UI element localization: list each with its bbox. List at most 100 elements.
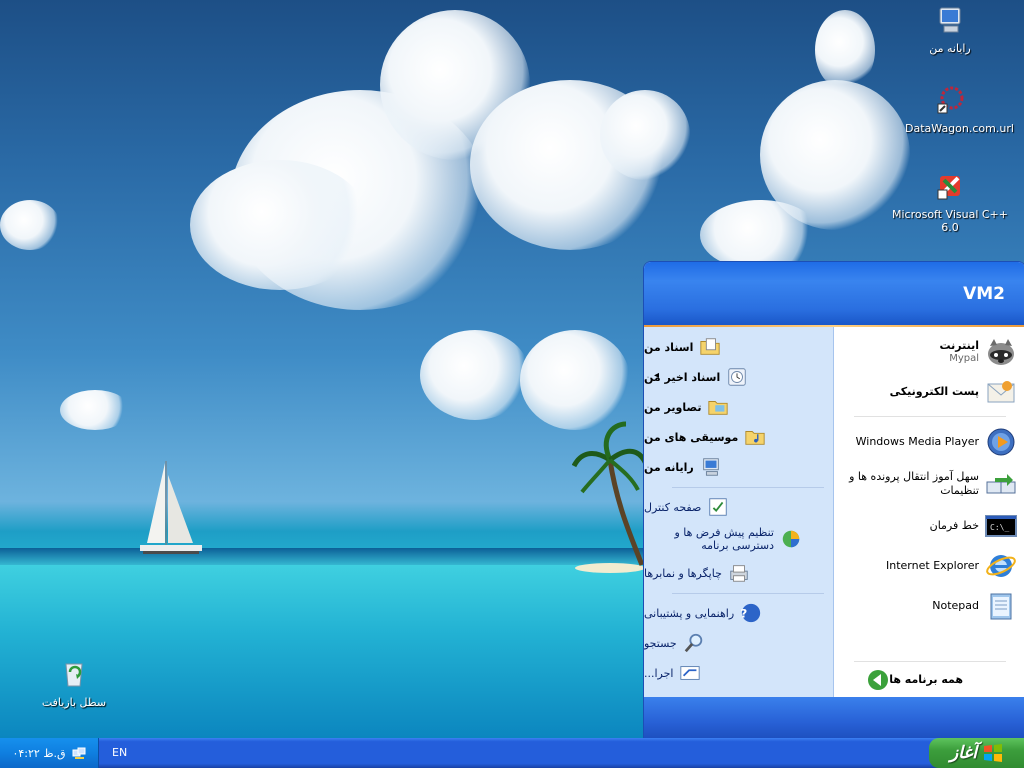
- recent-command-prompt[interactable]: خط فرمان C:\_: [834, 507, 1024, 545]
- cloud: [0, 200, 60, 250]
- desktop-icon-label: رایانه من: [929, 42, 971, 55]
- recent-item-title: خط فرمان: [929, 519, 979, 533]
- desktop-icon-visual-cpp[interactable]: Microsoft Visual C++ 6.0: [888, 170, 1012, 234]
- pinned-item-text: اینترنت Mypal: [940, 339, 980, 365]
- email-envelope-icon: [987, 381, 1015, 403]
- pinned-item-title: پست الکترونیکی: [889, 385, 979, 399]
- network-icon[interactable]: [72, 746, 86, 760]
- folder-icon: [745, 431, 765, 445]
- language-indicator[interactable]: EN: [112, 746, 127, 759]
- system-program-defaults[interactable]: تنظیم پیش فرض ها و دسترسی برنامه: [644, 521, 833, 557]
- cloud: [600, 90, 690, 180]
- pinned-email[interactable]: پست الکترونیکی: [834, 373, 1024, 411]
- separator: [672, 487, 824, 488]
- place-my-pictures[interactable]: تصاویر من: [644, 393, 833, 421]
- place-label: تصاویر من: [644, 400, 702, 414]
- recent-item-title: Internet Explorer: [886, 559, 979, 573]
- recent-documents-icon: [728, 368, 746, 386]
- palm-tree: [572, 421, 647, 566]
- recycle-bin-icon: [65, 663, 83, 687]
- files-transfer-icon: [986, 474, 1016, 494]
- notepad-icon: [990, 593, 1012, 620]
- folder-icon: [700, 338, 721, 355]
- cloud: [60, 390, 130, 430]
- cloud: [815, 10, 875, 90]
- place-my-documents[interactable]: اسناد من: [644, 333, 833, 361]
- visual-cpp-icon: [937, 176, 960, 200]
- cloud: [190, 160, 370, 290]
- command-prompt-icon: C:\_: [985, 515, 1017, 537]
- system-printers[interactable]: چاپگرها و نمابرها: [644, 559, 833, 587]
- windows-logo-icon: [984, 744, 1002, 762]
- start-menu-header: VM2: [644, 262, 1024, 325]
- place-my-music[interactable]: موسیقی های من: [644, 423, 833, 451]
- desktop-icon-datawagon[interactable]: DataWagon.com.url: [905, 84, 1014, 135]
- start-menu-body: اینترنت Mypal پست الکترونیکی Windows Med…: [644, 327, 1024, 697]
- place-recent-documents[interactable]: اسناد اخیر من: [644, 363, 833, 391]
- submenu-arrow-icon: ◂: [654, 370, 660, 381]
- programs-panel: اینترنت Mypal پست الکترونیکی Windows Med…: [834, 327, 1024, 697]
- place-label: اسناد من: [644, 340, 694, 354]
- start-menu: VM2 اینترنت Mypal پست الکترونیکی Windows…: [643, 261, 1024, 740]
- system-label: چاپگرها و نمابرها: [644, 566, 722, 580]
- pinned-item-title: اینترنت: [939, 338, 980, 352]
- pinned-internet[interactable]: اینترنت Mypal: [834, 333, 1024, 371]
- folder-icon: [708, 401, 729, 415]
- system-control-panel[interactable]: صفحه کنترل: [644, 493, 833, 521]
- cloud: [700, 200, 820, 270]
- desktop-icon-label: Microsoft Visual C++ 6.0: [891, 208, 1008, 234]
- pinned-item-subtitle: Mypal: [949, 352, 979, 364]
- place-label: موسیقی های من: [644, 430, 739, 444]
- clock[interactable]: ۰۴:۲۲ ق.ظ: [12, 747, 65, 760]
- run-icon: [680, 666, 701, 680]
- all-programs-button[interactable]: همه برنامه ها: [834, 665, 1024, 695]
- help-icon: ?: [741, 603, 761, 623]
- recent-item-title: سهل آموز انتقال پرونده ها و تنظیمات: [849, 470, 979, 497]
- start-button[interactable]: آغاز: [929, 738, 1024, 768]
- taskbar: ۰۴:۲۲ ق.ظ EN آغاز: [0, 738, 1024, 768]
- help-label: جستجو: [644, 636, 677, 650]
- user-name: VM2: [963, 283, 1005, 304]
- svg-text:C:\_: C:\_: [990, 523, 1009, 532]
- place-my-computer[interactable]: رایانه من: [644, 453, 833, 481]
- cloud: [420, 330, 530, 420]
- places-panel: اسناد من اسناد اخیر من ◂ تصاویر من موسیق…: [644, 327, 834, 697]
- help-support[interactable]: ? راهنمایی و پشتیبانی: [644, 599, 833, 627]
- sailboat: [140, 461, 202, 554]
- desktop-icon-recycle-bin[interactable]: سطل بازیافت: [29, 658, 119, 709]
- system-label: صفحه کنترل: [644, 500, 702, 514]
- all-programs-label: همه برنامه ها: [889, 673, 963, 687]
- control-panel-icon: [709, 498, 728, 516]
- help-search[interactable]: جستجو: [644, 629, 833, 657]
- my-computer-icon: [702, 458, 719, 476]
- desktop-icon-my-computer[interactable]: رایانه من: [905, 4, 995, 55]
- help-label: راهنمایی و پشتیبانی: [644, 606, 735, 620]
- media-player-icon: [987, 428, 1015, 456]
- system-tray: ۰۴:۲۲ ق.ظ: [0, 738, 99, 768]
- mypal-raccoon-icon: [988, 339, 1014, 365]
- system-label: تنظیم پیش فرض ها و دسترسی برنامه: [674, 525, 774, 552]
- internet-explorer-icon: [986, 555, 1016, 577]
- help-label: اجرا...: [644, 666, 674, 680]
- cloud: [520, 330, 630, 430]
- internet-shortcut-icon: [937, 86, 964, 114]
- recent-item-title: Notepad: [932, 599, 979, 613]
- recent-files-transfer[interactable]: سهل آموز انتقال پرونده ها و تنظیمات: [834, 463, 1024, 505]
- start-menu-footer: [644, 697, 1024, 739]
- recent-item-title: Windows Media Player: [855, 435, 979, 449]
- desktop-icon-label: سطل بازیافت: [41, 696, 107, 709]
- help-run[interactable]: اجرا...: [644, 659, 833, 687]
- program-defaults-icon: [782, 530, 800, 548]
- printers-icon: [730, 565, 748, 582]
- separator: [854, 416, 1006, 417]
- svg-text:?: ?: [741, 607, 748, 621]
- recent-notepad[interactable]: Notepad: [834, 587, 1024, 625]
- separator: [854, 661, 1006, 662]
- recent-internet-explorer[interactable]: Internet Explorer: [834, 547, 1024, 585]
- place-label: رایانه من: [644, 460, 694, 474]
- separator: [672, 593, 824, 594]
- start-label: آغاز: [949, 743, 977, 763]
- recent-media-player[interactable]: Windows Media Player: [834, 423, 1024, 461]
- desktop-icon-label: DataWagon.com.url: [905, 122, 1014, 135]
- my-computer-icon: [939, 7, 961, 33]
